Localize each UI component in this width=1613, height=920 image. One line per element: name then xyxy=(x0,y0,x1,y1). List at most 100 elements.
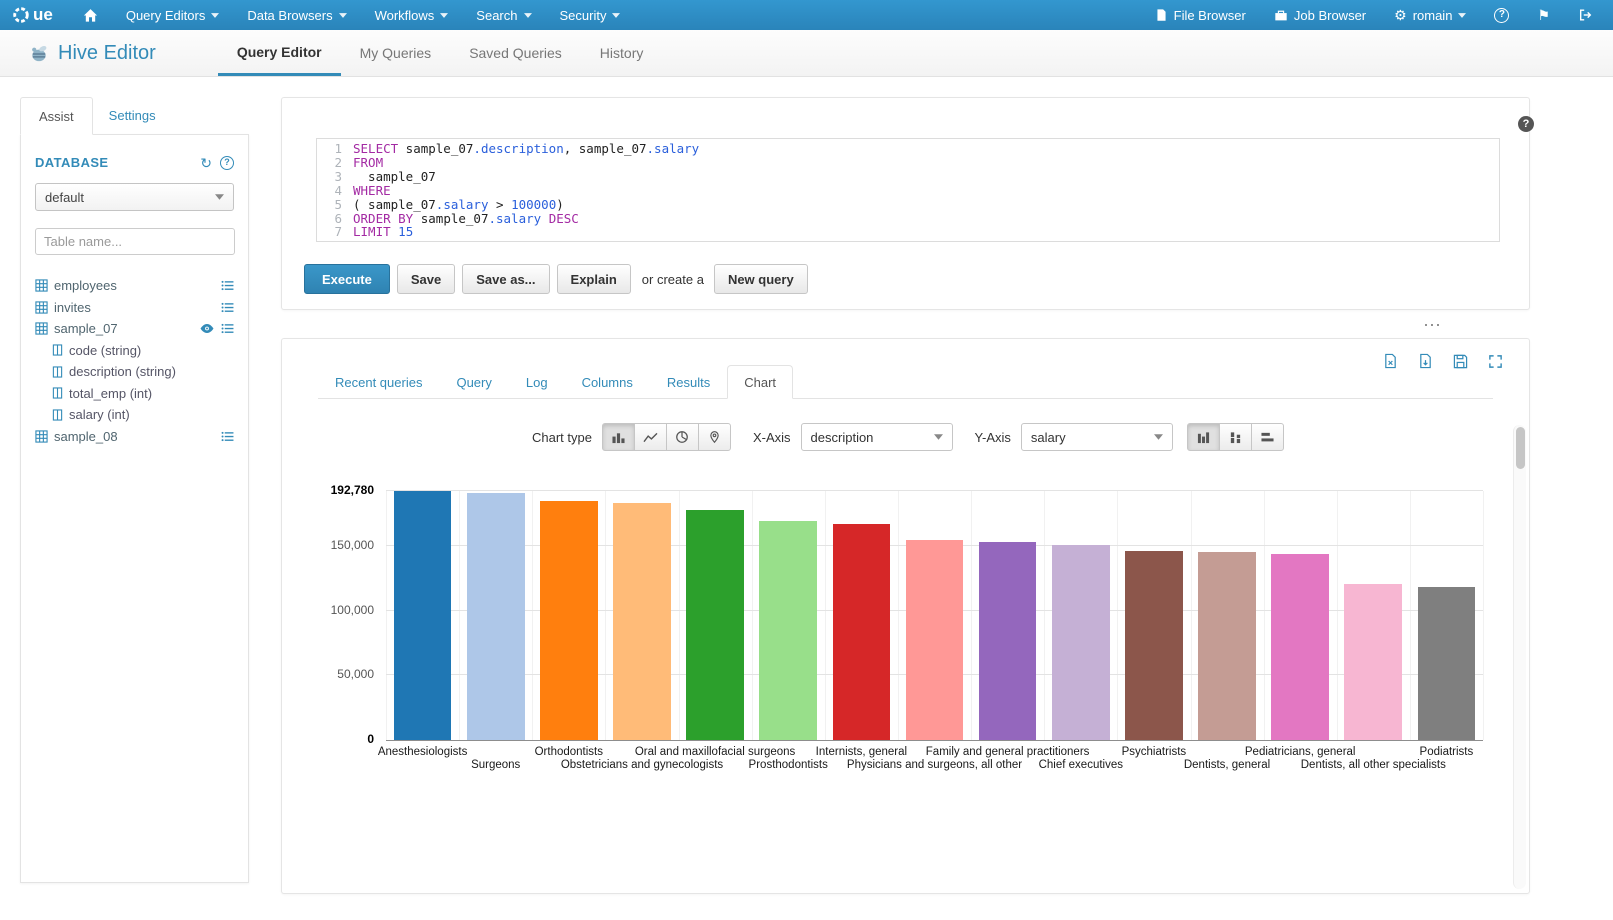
eye-icon[interactable] xyxy=(200,323,214,334)
menu-search[interactable]: Search xyxy=(462,0,545,30)
results-tabs: Recent queries Query Log Columns Results… xyxy=(318,365,1493,399)
chart-bar[interactable] xyxy=(979,542,1037,740)
save-results-icon[interactable] xyxy=(1453,354,1468,369)
explain-button[interactable]: Explain xyxy=(557,264,631,294)
column-item[interactable]: description (string) xyxy=(35,361,234,383)
chart-bar[interactable] xyxy=(759,521,817,740)
x-axis-label: Oral and maxillofacial surgeons xyxy=(635,746,795,758)
tab-label: Saved Queries xyxy=(469,45,562,61)
table-item[interactable]: invites xyxy=(35,297,234,319)
user-menu[interactable]: ⚙ romain xyxy=(1380,0,1480,30)
table-item[interactable]: sample_08 xyxy=(35,426,234,448)
chart-bar[interactable] xyxy=(906,540,964,740)
execute-button[interactable]: Execute xyxy=(304,264,390,294)
pie-chart-type-button[interactable] xyxy=(666,423,699,451)
column-item[interactable]: total_emp (int) xyxy=(35,383,234,405)
excel-export-icon[interactable] xyxy=(1383,353,1398,369)
table-details-icon[interactable] xyxy=(221,280,234,291)
table-filter-input[interactable] xyxy=(35,228,235,255)
tab-settings[interactable]: Settings xyxy=(93,97,172,134)
table-details-icon[interactable] xyxy=(221,302,234,313)
scrollbar-thumb[interactable] xyxy=(1516,427,1525,469)
chart-bar[interactable] xyxy=(833,524,891,740)
line-chart-type-button[interactable] xyxy=(634,423,667,451)
stacked-bars-button[interactable] xyxy=(1219,423,1252,451)
map-chart-type-button[interactable] xyxy=(698,423,731,451)
chart-bar[interactable] xyxy=(1125,551,1183,740)
feedback-button[interactable]: ⚑ xyxy=(1523,0,1564,30)
chart-bar[interactable] xyxy=(686,510,744,741)
app-title[interactable]: Hive Editor xyxy=(28,30,156,76)
tab-query[interactable]: Query xyxy=(439,365,508,399)
query-editor-panel: ? 1234567 SELECT sample_07.description, … xyxy=(281,97,1530,310)
chart-bar[interactable] xyxy=(467,493,525,740)
menu-data-browsers[interactable]: Data Browsers xyxy=(233,0,360,30)
tab-log[interactable]: Log xyxy=(509,365,565,399)
x-axis-label: Podiatrists xyxy=(1420,746,1474,758)
table-icon xyxy=(35,301,48,314)
bar-chart-type-button[interactable] xyxy=(602,423,635,451)
panel-resize-handle[interactable]: ⋯ xyxy=(1423,321,1442,329)
vertical-gridline xyxy=(1117,491,1118,740)
refresh-icon[interactable]: ↻ xyxy=(200,156,212,170)
chart-bar[interactable] xyxy=(1418,587,1476,740)
tab-label: Query xyxy=(456,375,491,390)
chart-bar[interactable] xyxy=(1271,554,1329,740)
results-scrollbar[interactable] xyxy=(1513,425,1526,889)
x-axis-label: Obstetricians and gynecologists xyxy=(561,759,723,771)
chart-bar[interactable] xyxy=(1344,584,1402,740)
csv-export-icon[interactable] xyxy=(1418,353,1433,369)
tab-saved-queries[interactable]: Saved Queries xyxy=(450,30,581,76)
save-as-button[interactable]: Save as... xyxy=(462,264,549,294)
assist-help-icon[interactable]: ? xyxy=(220,156,234,170)
table-details-icon[interactable] xyxy=(221,323,234,334)
chart-bar[interactable] xyxy=(1052,545,1110,741)
line-number: 5 xyxy=(317,198,342,212)
code-line: ( sample_07.salary > 100000) xyxy=(353,198,1499,212)
y-axis-select[interactable]: salary xyxy=(1021,423,1173,451)
tab-assist[interactable]: Assist xyxy=(20,97,93,135)
line-number: 2 xyxy=(317,156,342,170)
tab-query-editor[interactable]: Query Editor xyxy=(218,30,341,76)
stacked-bars-icon xyxy=(1228,431,1243,444)
save-button[interactable]: Save xyxy=(397,264,455,294)
chart-bar[interactable] xyxy=(613,503,671,740)
tab-recent-queries[interactable]: Recent queries xyxy=(318,365,439,399)
query-help-icon[interactable]: ? xyxy=(1518,116,1534,132)
chart-bar[interactable] xyxy=(1198,552,1256,740)
help-button[interactable]: ? xyxy=(1480,0,1523,30)
table-details-icon[interactable] xyxy=(221,431,234,442)
tab-history[interactable]: History xyxy=(581,30,663,76)
new-query-button[interactable]: New query xyxy=(714,264,808,294)
x-axis-select[interactable]: description xyxy=(801,423,953,451)
logout-button[interactable] xyxy=(1564,0,1613,30)
column-name: code (string) xyxy=(69,343,141,358)
table-item[interactable]: sample_07 xyxy=(35,318,234,340)
job-browser-button[interactable]: Job Browser xyxy=(1260,0,1380,30)
code-line: ORDER BY sample_07.salary DESC xyxy=(353,212,1499,226)
column-item[interactable]: code (string) xyxy=(35,340,234,362)
file-browser-button[interactable]: File Browser xyxy=(1141,0,1260,30)
home-button[interactable] xyxy=(69,0,112,30)
grouped-bars-button[interactable] xyxy=(1187,423,1220,451)
tab-columns[interactable]: Columns xyxy=(565,365,650,399)
editor-code[interactable]: SELECT sample_07.description, sample_07.… xyxy=(349,139,1499,241)
horizontal-bars-button[interactable] xyxy=(1251,423,1284,451)
menu-workflows[interactable]: Workflows xyxy=(361,0,463,30)
expand-icon[interactable] xyxy=(1488,354,1503,369)
tab-results[interactable]: Results xyxy=(650,365,727,399)
line-number: 4 xyxy=(317,184,342,198)
database-select[interactable]: default xyxy=(35,183,234,211)
editor-actions: Execute Save Save as... Explain or creat… xyxy=(304,264,815,294)
tab-chart[interactable]: Chart xyxy=(727,365,793,399)
tab-my-queries[interactable]: My Queries xyxy=(341,30,451,76)
sql-editor[interactable]: 1234567 SELECT sample_07.description, sa… xyxy=(316,138,1500,242)
chart-bar[interactable] xyxy=(540,501,598,740)
chart-bar[interactable] xyxy=(394,491,452,740)
table-item[interactable]: employees xyxy=(35,275,234,297)
menu-security[interactable]: Security xyxy=(546,0,635,30)
column-item[interactable]: salary (int) xyxy=(35,404,234,426)
menu-query-editors[interactable]: Query Editors xyxy=(112,0,233,30)
hue-logo[interactable]: ue xyxy=(0,5,69,25)
column-icon xyxy=(52,387,63,399)
